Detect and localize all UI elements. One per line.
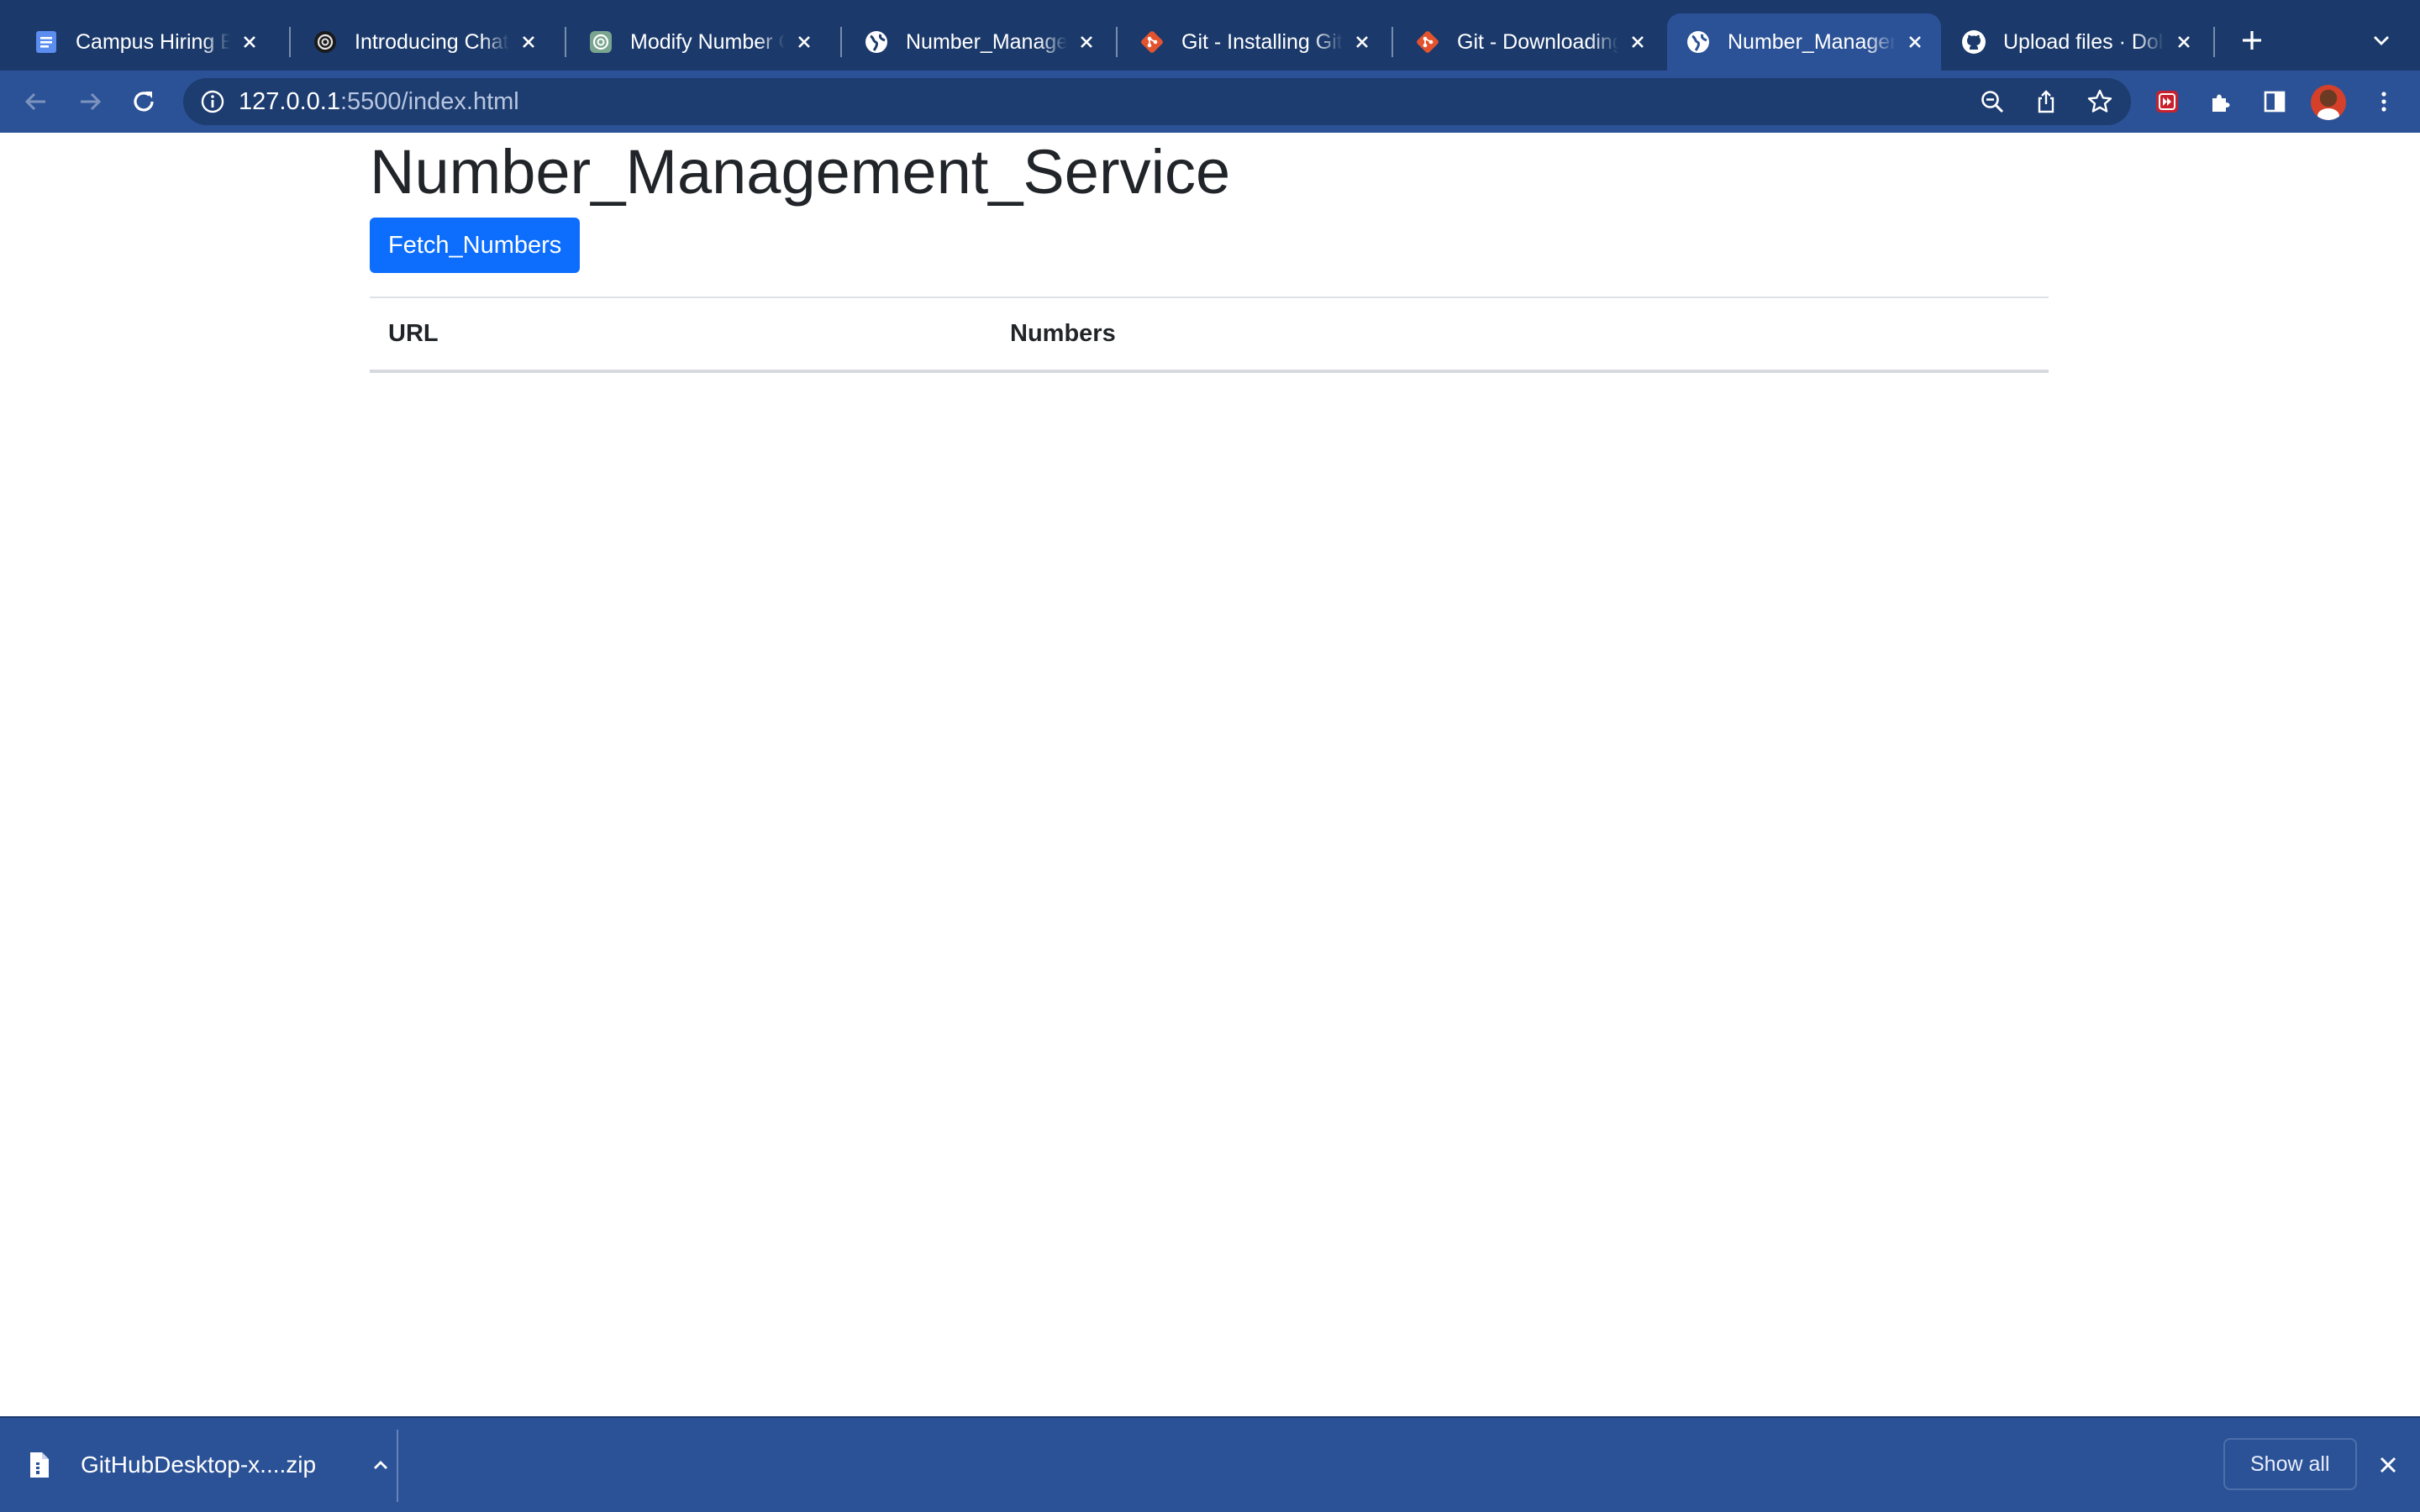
tab-separator xyxy=(1116,27,1118,57)
tab-modify-number[interactable]: Modify Number C xyxy=(570,13,830,71)
git-icon xyxy=(1138,28,1166,56)
chatgpt-icon xyxy=(587,28,615,56)
tab-separator xyxy=(1392,27,1393,57)
github-icon xyxy=(1960,28,1988,56)
tab-search-button[interactable] xyxy=(2366,25,2396,55)
forward-button[interactable] xyxy=(71,82,109,121)
download-file-name: GitHubDesktop-x....zip xyxy=(81,1452,317,1478)
close-icon[interactable] xyxy=(2371,1448,2405,1482)
close-icon[interactable] xyxy=(2171,29,2196,55)
download-item[interactable]: GitHubDesktop-x....zip xyxy=(25,1433,395,1497)
tab-title: Campus Hiring Ev xyxy=(76,29,230,54)
tab-title: Number_Manager xyxy=(906,29,1067,54)
chevron-up-icon[interactable] xyxy=(366,1451,395,1479)
chevron-down-icon xyxy=(2374,36,2389,45)
plus-icon xyxy=(2243,31,2261,50)
fetch-numbers-button[interactable]: Fetch_Numbers xyxy=(370,218,581,273)
url-text[interactable]: 127.0.0.1:5500/index.html xyxy=(239,88,519,115)
tab-title: Number_Manager xyxy=(1728,29,1896,54)
numbers-table: URL Numbers xyxy=(370,297,2049,373)
page-content: Number_Management_Service Fetch_Numbers … xyxy=(0,133,2420,1416)
extension-red-icon[interactable] xyxy=(2148,82,2186,121)
openai-icon xyxy=(311,28,339,56)
google-docs-icon xyxy=(32,28,60,56)
shelf-divider xyxy=(397,1430,398,1502)
tab-title: Git - Downloading xyxy=(1457,29,1618,54)
tab-upload-files[interactable]: Upload files · Doll xyxy=(1943,13,2210,71)
tab-title: Introducing ChatG xyxy=(355,29,509,54)
download-shelf: GitHubDesktop-x....zip Show all xyxy=(0,1416,2420,1512)
close-icon[interactable] xyxy=(1349,29,1375,55)
table-header-row: URL Numbers xyxy=(370,297,2049,373)
share-icon[interactable] xyxy=(2030,86,2062,118)
table-header: URL Numbers xyxy=(370,297,2049,373)
tab-git-installing[interactable]: Git - Installing Git xyxy=(1121,13,1388,71)
close-icon[interactable] xyxy=(792,29,817,55)
reload-button[interactable] xyxy=(124,82,163,121)
close-icon[interactable] xyxy=(516,29,541,55)
tab-title: Git - Installing Git xyxy=(1181,29,1343,54)
profile-avatar[interactable] xyxy=(2311,85,2346,120)
column-header-numbers: Numbers xyxy=(992,297,2049,373)
browser-menu-button[interactable] xyxy=(2365,82,2403,121)
address-bar[interactable]: 127.0.0.1:5500/index.html xyxy=(183,78,2131,125)
url-path: :5500/index.html xyxy=(339,88,519,115)
close-icon[interactable] xyxy=(1902,29,1928,55)
show-all-downloads-button[interactable]: Show all xyxy=(2223,1438,2357,1490)
extensions-puzzle-icon[interactable] xyxy=(2202,82,2240,121)
tab-separator xyxy=(2213,27,2215,57)
reload-icon xyxy=(134,92,154,112)
browser-toolbar: 127.0.0.1:5500/index.html xyxy=(0,71,2420,133)
tab-git-downloading[interactable]: Git - Downloading xyxy=(1397,13,1664,71)
tab-strip: Campus Hiring Ev Introducing ChatG Modif… xyxy=(0,0,2420,71)
column-header-url: URL xyxy=(370,297,992,373)
git-icon xyxy=(1413,28,1442,56)
tab-number-manager-1[interactable]: Number_Manager xyxy=(845,13,1113,71)
kebab-menu-icon xyxy=(2381,92,2386,112)
side-panel-icon[interactable] xyxy=(2255,82,2294,121)
globe-icon xyxy=(1684,28,1712,56)
close-icon[interactable] xyxy=(1625,29,1650,55)
close-icon[interactable] xyxy=(1074,29,1099,55)
new-tab-button[interactable] xyxy=(2233,22,2270,59)
url-host: 127.0.0.1 xyxy=(239,88,340,115)
tab-separator xyxy=(289,27,291,57)
back-button[interactable] xyxy=(17,82,55,121)
arrow-right-icon xyxy=(81,92,102,111)
file-icon xyxy=(25,1448,54,1482)
bookmark-star-icon[interactable] xyxy=(2084,86,2116,118)
info-icon[interactable] xyxy=(197,86,229,118)
tab-title: Modify Number C xyxy=(630,29,785,54)
zoom-icon[interactable] xyxy=(1976,86,2008,118)
tab-campus-hiring[interactable]: Campus Hiring Ev xyxy=(15,13,276,71)
close-icon[interactable] xyxy=(237,29,262,55)
page-title: Number_Management_Service xyxy=(370,137,1231,207)
tab-separator xyxy=(840,27,842,57)
tab-introducing-chatgpt[interactable]: Introducing ChatG xyxy=(294,13,555,71)
tab-separator xyxy=(565,27,566,57)
arrow-left-icon xyxy=(24,92,45,111)
globe-icon xyxy=(862,28,891,56)
tab-number-manager-active[interactable]: Number_Manager xyxy=(1667,13,1941,71)
tab-title: Upload files · Doll xyxy=(2003,29,2165,54)
